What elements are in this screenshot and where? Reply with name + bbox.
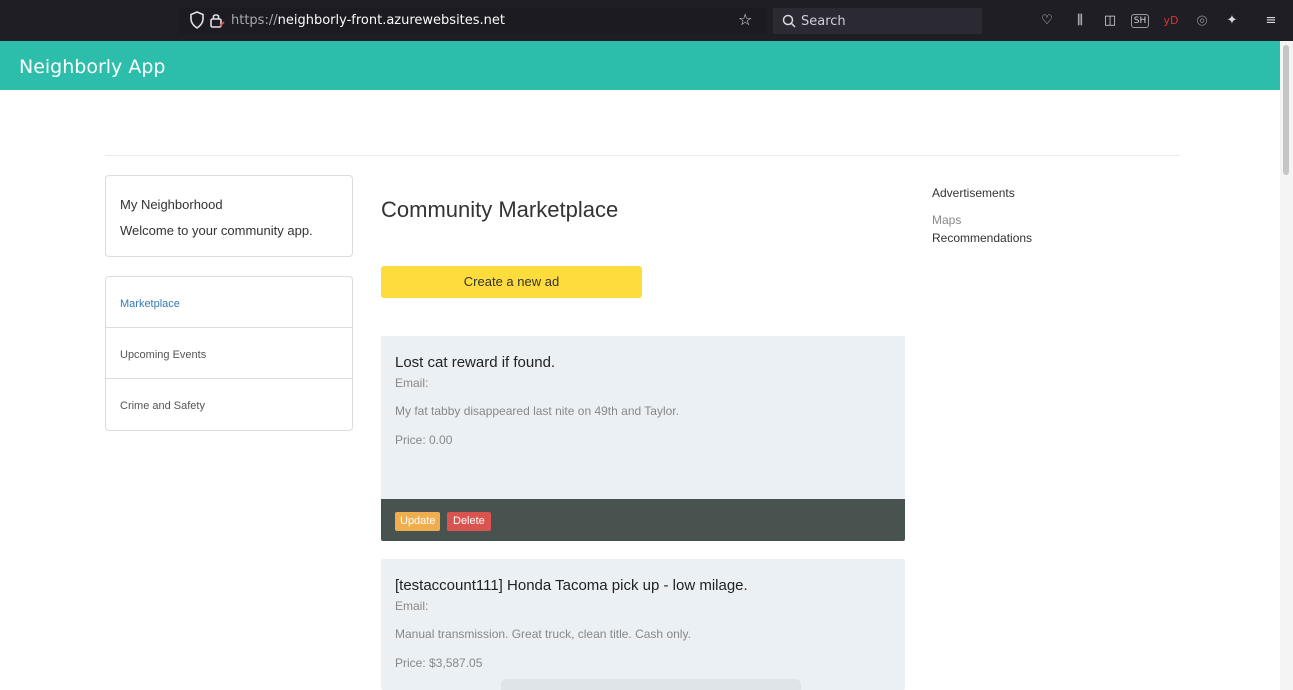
page-title: Community Marketplace bbox=[381, 197, 619, 222]
extension-yd-icon[interactable]: yD bbox=[1162, 11, 1180, 31]
menu-icon[interactable]: ≡ bbox=[1262, 11, 1280, 31]
sidebar-link-recommendations[interactable]: Recommendations bbox=[932, 231, 1032, 245]
ad-price: Price: $3,587.05 bbox=[395, 656, 483, 670]
bookmark-star-icon[interactable]: ☆ bbox=[738, 11, 752, 29]
extension-circle-icon[interactable]: ◎ bbox=[1193, 11, 1211, 31]
sidebar-icon[interactable]: ◫ bbox=[1101, 11, 1119, 31]
ad-title: Lost cat reward if found. bbox=[395, 354, 556, 371]
welcome-text: Welcome to your community app. bbox=[120, 223, 313, 238]
menu-item-upcoming-events[interactable]: Upcoming Events bbox=[106, 328, 352, 379]
sidebar-link-maps[interactable]: Maps bbox=[932, 213, 961, 227]
search-icon bbox=[782, 14, 796, 28]
brand-title[interactable]: Neighborly App bbox=[19, 56, 165, 78]
ad-email: Email: bbox=[395, 376, 429, 390]
welcome-panel: My Neighborhood Welcome to your communit… bbox=[105, 175, 353, 257]
search-placeholder[interactable]: Search bbox=[801, 14, 846, 29]
menu-item-marketplace[interactable]: Marketplace bbox=[106, 277, 352, 328]
menu-item-crime-and-safety[interactable]: Crime and Safety bbox=[106, 379, 352, 430]
divider bbox=[105, 155, 1180, 156]
menu-item-label[interactable]: Crime and Safety bbox=[120, 400, 205, 412]
pocket-icon[interactable]: ♡ bbox=[1038, 11, 1056, 31]
sidebar-link-advertisements[interactable]: Advertisements bbox=[932, 186, 1015, 200]
library-icon[interactable]: ⫼ bbox=[1071, 11, 1089, 31]
extension-icon[interactable]: SH bbox=[1131, 14, 1149, 28]
ad-card: Lost cat reward if found. Email: My fat … bbox=[381, 336, 905, 541]
ad-card: [testaccount111] Honda Tacoma pick up - … bbox=[381, 559, 905, 690]
delete-button[interactable]: Delete bbox=[447, 512, 491, 531]
update-button[interactable]: Update bbox=[395, 512, 441, 531]
menu-item-label[interactable]: Upcoming Events bbox=[120, 349, 206, 361]
create-ad-button[interactable]: Create a new ad bbox=[381, 266, 642, 298]
scrollbar-thumb[interactable] bbox=[1283, 45, 1289, 175]
ad-title: [testaccount111] Honda Tacoma pick up - … bbox=[395, 577, 748, 594]
menu-item-label[interactable]: Marketplace bbox=[120, 298, 180, 310]
ad-price: Price: 0.00 bbox=[395, 433, 453, 447]
ad-image-placeholder bbox=[501, 679, 801, 690]
url-text[interactable]: https://neighborly-front.azurewebsites.n… bbox=[231, 13, 505, 28]
neighborhood-title: My Neighborhood bbox=[120, 197, 223, 212]
side-menu: Marketplace Upcoming Events Crime and Sa… bbox=[105, 276, 353, 431]
shield-icon[interactable] bbox=[189, 11, 205, 29]
app-header bbox=[0, 41, 1280, 90]
ad-description: My fat tabby disappeared last nite on 49… bbox=[395, 404, 679, 418]
ad-email: Email: bbox=[395, 599, 429, 613]
lock-icon[interactable] bbox=[209, 11, 225, 29]
ad-actions: Update Delete bbox=[381, 499, 905, 541]
extension-puzzle-icon[interactable]: ✦ bbox=[1223, 11, 1241, 31]
ad-description: Manual transmission. Great truck, clean … bbox=[395, 627, 691, 641]
